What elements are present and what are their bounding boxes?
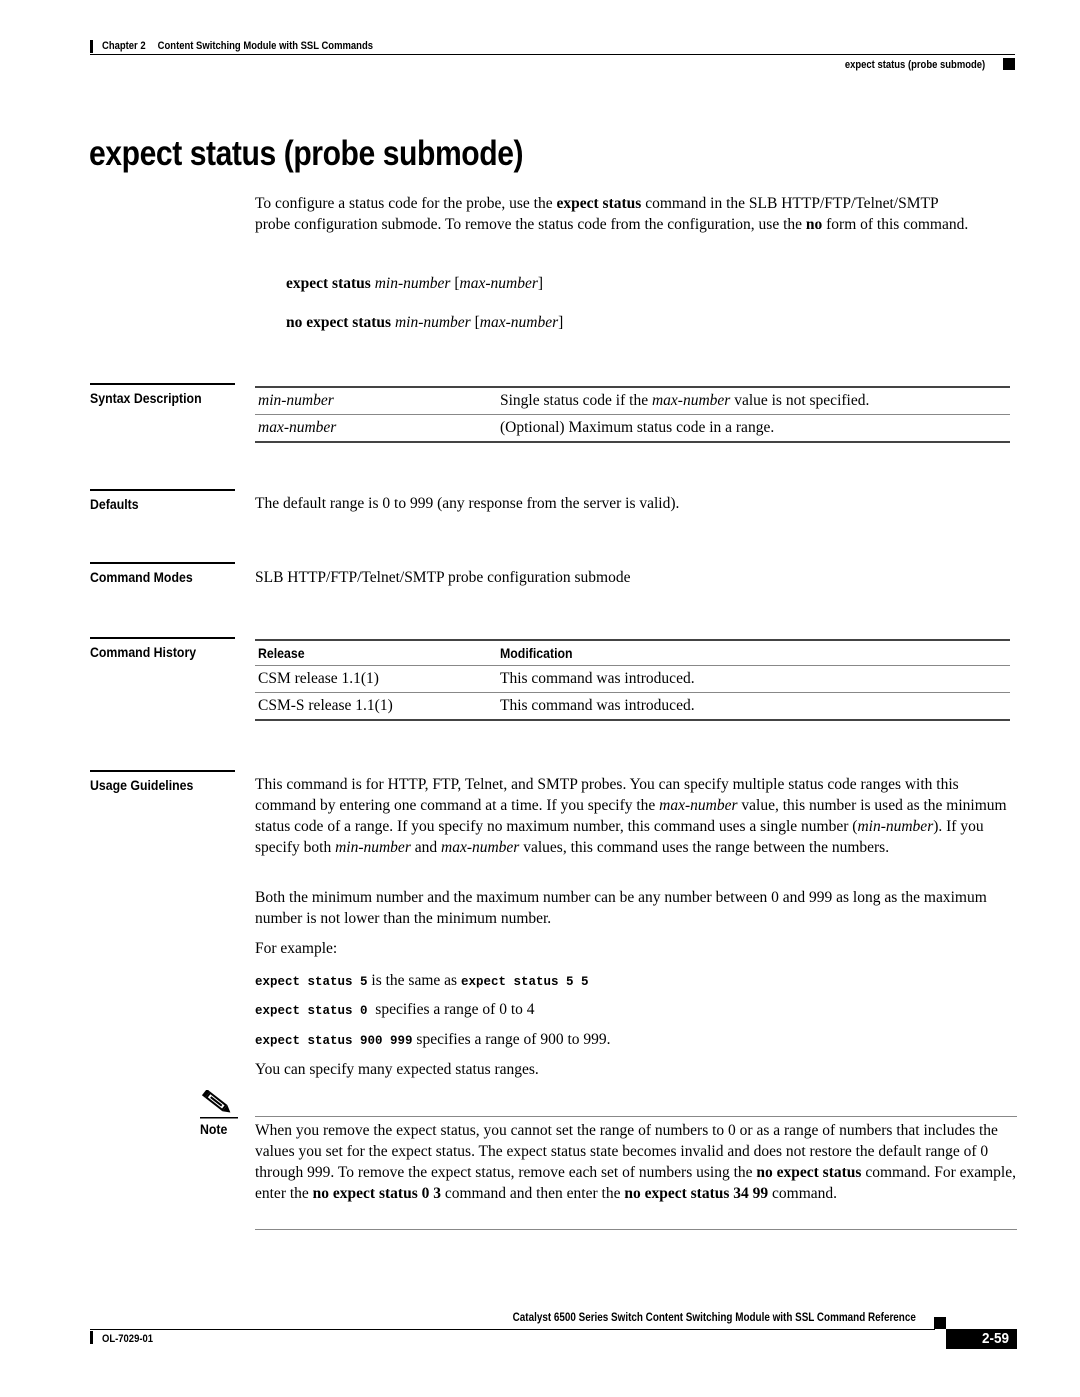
note-rule-bottom [255,1229,1017,1230]
table-row: CSM-S release 1.1(1) This command was in… [255,693,1010,720]
syntax-keyword: expect status [286,275,371,292]
syntax-optional-argument: max-number [479,314,559,331]
table-row: CSM release 1.1(1) This command was intr… [255,666,1010,693]
example-line: expect status 0 specifies a range of 0 t… [255,1001,535,1018]
command-modes-text: SLB HTTP/FTP/Telnet/SMTP probe configura… [255,569,631,586]
syntax-argument: min-number [394,314,471,331]
usage-paragraph-1: This command is for HTTP, FTP, Telnet, a… [255,776,1007,856]
release-cell: CSM release 1.1(1) [258,670,379,687]
intro-paragraph: To configure a status code for the probe… [255,193,975,235]
section-label-defaults: Defaults [90,489,235,512]
chapter-title: Content Switching Module with SSL Comman… [157,40,373,52]
pencil-note-icon [200,1088,238,1120]
intro-no-keyword: no [805,216,823,233]
example-line: expect status 900 999 specifies a range … [255,1031,611,1048]
modification-cell: This command was introduced. [500,670,695,687]
command-history-table: Release Modification CSM release 1.1(1) … [255,639,1010,721]
footer-marker [934,1317,946,1329]
syntax-optional-argument: max-number [459,275,538,292]
header-modification: Modification [500,645,573,661]
running-title: expect status (probe submode) [844,59,985,71]
usage-paragraph-3: For example: [255,940,338,957]
footer-bar [90,1331,93,1344]
footer-rule [90,1329,935,1330]
section-label-syntax-description: Syntax Description [90,383,235,406]
table-row: max-number (Optional) Maximum status cod… [255,415,1010,442]
desc-cell: (Optional) Maximum status code in a rang… [500,419,775,436]
example-line: expect status 5 is the same as expect st… [255,972,589,989]
param-cell: max-number [258,419,337,436]
intro-text: To configure a status code for the probe… [255,195,557,212]
table-row: min-number Single status code if the max… [255,387,1010,415]
header-rule [90,54,1015,55]
intro-command: expect status [556,195,642,212]
table-header-row: Release Modification [255,640,1010,666]
section-label-command-modes: Command Modes [90,562,235,585]
usage-paragraph-2: Both the minimum number and the maximum … [255,889,987,927]
intro-text: form of this command. [822,216,969,233]
syntax-argument: min-number [374,275,451,292]
usage-paragraph-4: You can specify many expected status ran… [255,1061,539,1078]
note-rule-top [255,1116,1017,1117]
header-release: Release [258,645,305,661]
syntax-keyword: no expect status [286,314,392,331]
syntax-no-command: no expect status min-number [max-number] [286,314,564,331]
note-label: Note [200,1121,228,1137]
footer-book-title: Catalyst 6500 Series Switch Content Swit… [512,1312,916,1324]
syntax-description-table: min-number Single status code if the max… [255,386,1010,443]
chapter-heading: Chapter 2 Content Switching Module with S… [102,40,373,52]
param-cell: min-number [258,392,334,409]
header-bar [90,40,93,53]
footer-doc-number: OL-7029-01 [102,1333,154,1345]
syntax-command: expect status min-number [max-number] [286,275,544,292]
page-number: 2-59 [981,1330,1009,1347]
desc-cell: Single status code if the max-number val… [500,392,870,409]
defaults-text: The default range is 0 to 999 (any respo… [255,495,680,512]
page-title: expect status (probe submode) [89,134,524,173]
page-number-badge: 2-59 [946,1329,1017,1349]
note-text: When you remove the expect status, you c… [255,1122,1016,1202]
modification-cell: This command was introduced. [500,697,695,714]
section-label-command-history: Command History [90,637,235,660]
release-cell: CSM-S release 1.1(1) [258,697,393,714]
chapter-label: Chapter 2 [102,40,146,52]
header-marker [1003,58,1015,70]
section-label-usage-guidelines: Usage Guidelines [90,770,235,793]
